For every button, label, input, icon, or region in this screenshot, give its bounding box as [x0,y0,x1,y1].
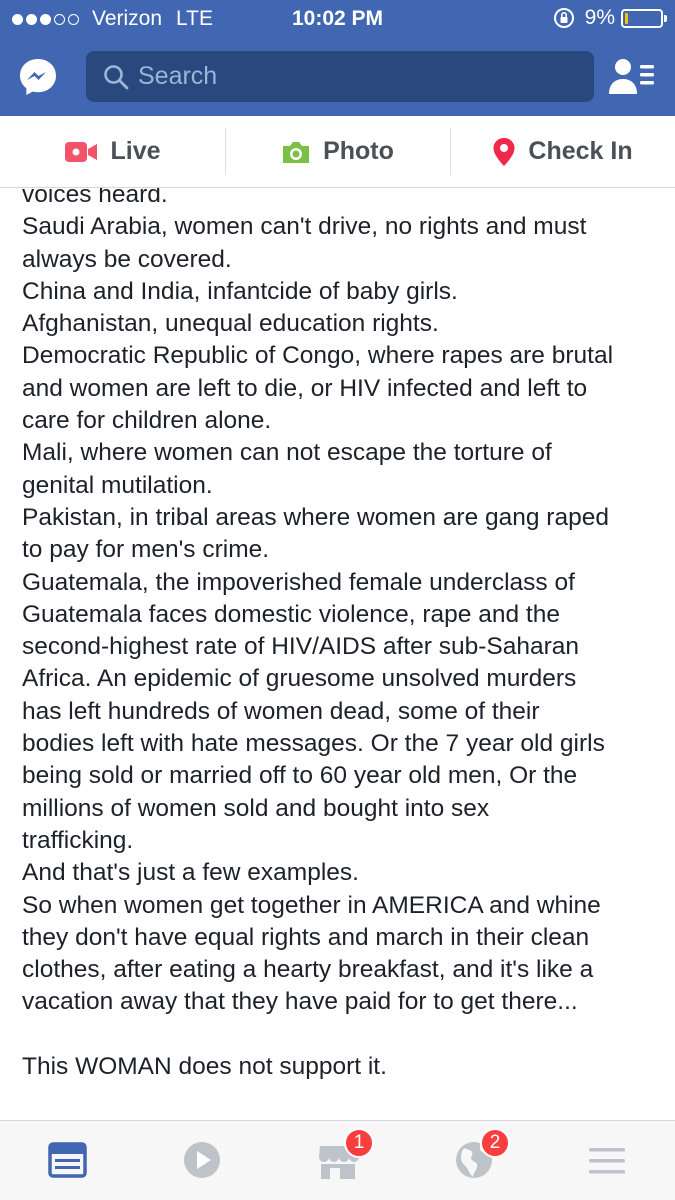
post-text-line: they don't have equal rights and march i… [22,923,590,951]
messenger-icon[interactable] [18,57,58,97]
post-text-line: Africa. An epidemic of gruesome unsolved… [22,665,577,693]
search-icon [104,64,129,89]
video-play-icon [184,1142,220,1178]
marketplace-badge: 1 [344,1128,374,1158]
battery-percent: 9% [584,6,615,29]
tab-more-menu[interactable] [586,1139,630,1183]
camera-icon [283,141,310,163]
post-text-line: Afghanistan, unequal education rights. [22,310,439,338]
tab-news-feed[interactable] [46,1139,90,1183]
orientation-lock-icon [553,8,574,28]
post-text-line: Guatemala, the impoverished female under… [22,568,575,596]
post-text-line: And that's just a few examples. [22,859,359,887]
post-text-line: always be covered. [22,245,232,273]
check-in-button[interactable]: Check In [450,116,675,187]
post-text-line: Mali, where women can not escape the tor… [22,439,552,467]
composer-actions: Live Photo Check In [0,116,675,188]
photo-label: Photo [323,137,394,165]
friend-requests-icon[interactable] [608,56,656,96]
post-text-line: has left hundreds of women dead, some of… [22,697,540,725]
post-text-line: So when women get together in AMERICA an… [22,891,601,919]
check-in-label: Check In [528,137,633,165]
post-text-line: This WOMAN does not support it. [22,1053,387,1081]
tab-video[interactable] [180,1139,224,1183]
live-button[interactable]: Live [0,116,225,187]
photo-button[interactable]: Photo [225,116,450,187]
tab-marketplace[interactable]: 1 [316,1128,374,1183]
post-text-line: vacation away that they have paid for to… [22,988,578,1016]
live-label: Live [110,137,161,165]
post-text-line: second-highest rate of HIV/AIDS after su… [22,633,579,661]
live-video-icon [65,141,98,162]
battery-icon [621,8,667,28]
post-text-line: clothes, after eating a hearty breakfast… [22,956,594,984]
post-text-line: trafficking. [22,826,134,854]
notifications-badge: 2 [480,1128,510,1158]
post-text-line: genital mutilation. [22,471,213,499]
post-text-line: Saudi Arabia, women can't drive, no righ… [22,213,587,241]
post-text-line: Guatemala faces domestic violence, rape … [22,600,560,628]
news-feed-icon [48,1142,87,1178]
post-text-line: Pakistan, in tribal areas where women ar… [22,503,609,531]
post-text-line: Democratic Republic of Congo, where rape… [22,342,614,370]
post-text-line: millions of women sold and bought into s… [22,794,490,822]
battery-fill [625,12,628,24]
search-bar[interactable]: Search [86,51,594,102]
post-text: voices heard. Saudi Arabia, women can't d… [22,188,662,1083]
post-text-line: and women are left to die, or HIV infect… [22,374,588,402]
hamburger-menu-icon [589,1148,625,1174]
post-text-line: to pay for men's crime. [22,536,270,564]
bottom-tab-bar: 1 2 [0,1120,675,1200]
tab-notifications[interactable]: 2 [452,1128,510,1183]
post-content: voices heard. Saudi Arabia, women can't d… [0,188,675,1120]
post-text-line: care for children alone. [22,407,272,435]
status-right: 9% [553,6,667,30]
search-input[interactable]: Search [138,62,217,91]
post-text-line: China and India, infantcide of baby girl… [22,277,458,305]
post-text-line: bodies left with hate messages. Or the 7… [22,730,605,758]
post-text-line: being sold or married off to 60 year old… [22,762,578,790]
status-bar: Verizon LTE 10:02 PM 9% [0,0,675,38]
post-text-line: voices heard. [22,188,168,208]
top-bar: Verizon LTE 10:02 PM 9% Search [0,0,675,116]
location-pin-icon [493,137,515,166]
